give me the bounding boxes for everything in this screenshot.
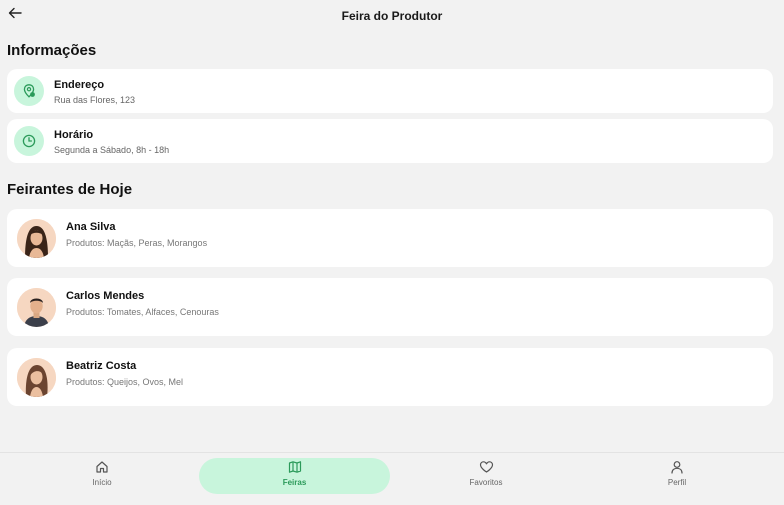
nav-label: Perfil [667, 478, 687, 487]
avatar [17, 219, 56, 258]
map-pin-icon [14, 76, 44, 106]
vendor-products: Produtos: Tomates, Alfaces, Cenouras [66, 307, 219, 317]
hours-label: Horário [54, 129, 94, 141]
nav-item-inicio[interactable]: Início [62, 458, 142, 494]
app: Feira do Produtor Informações Endereço R… [0, 0, 784, 505]
nav-item-feiras[interactable]: Feiras [199, 458, 390, 494]
address-label: Endereço [54, 79, 105, 91]
bottom-nav: Início Feiras Favoritos Perfil [0, 452, 784, 505]
address-card: Endereço Rua das Flores, 123 [7, 69, 773, 113]
vendors-section-title: Feirantes de Hoje [7, 181, 133, 198]
user-icon [670, 459, 684, 475]
nav-label: Início [92, 478, 112, 487]
vendor-name: Ana Silva [66, 221, 116, 233]
vendor-name: Carlos Mendes [66, 290, 145, 302]
address-value: Rua das Flores, 123 [54, 95, 136, 105]
vendor-products: Produtos: Queijos, Ovos, Mel [66, 377, 184, 387]
page-title: Feira do Produtor [341, 9, 443, 23]
vendor-card-carlos[interactable]: Carlos Mendes Produtos: Tomates, Alfaces… [7, 278, 773, 336]
nav-label: Favoritos [469, 478, 503, 487]
hours-value: Segunda a Sábado, 8h - 18h [54, 145, 170, 155]
home-icon [95, 459, 109, 475]
vendor-card-ana[interactable]: Ana Silva Produtos: Maçãs, Peras, Morang… [7, 209, 773, 267]
hours-card: Horário Segunda a Sábado, 8h - 18h [7, 119, 773, 163]
clock-icon [14, 126, 44, 156]
avatar [17, 358, 56, 397]
nav-item-favoritos[interactable]: Favoritos [446, 458, 526, 494]
avatar [17, 288, 56, 327]
map-icon [288, 459, 302, 475]
nav-item-perfil[interactable]: Perfil [637, 458, 717, 494]
heart-icon [479, 459, 494, 475]
vendor-products: Produtos: Maçãs, Peras, Morangos [66, 238, 208, 248]
nav-label: Feiras [282, 478, 307, 487]
info-section-title: Informações [7, 42, 97, 59]
header: Feira do Produtor [0, 0, 784, 33]
vendor-card-beatriz[interactable]: Beatriz Costa Produtos: Queijos, Ovos, M… [7, 348, 773, 406]
vendor-name: Beatriz Costa [66, 360, 137, 372]
